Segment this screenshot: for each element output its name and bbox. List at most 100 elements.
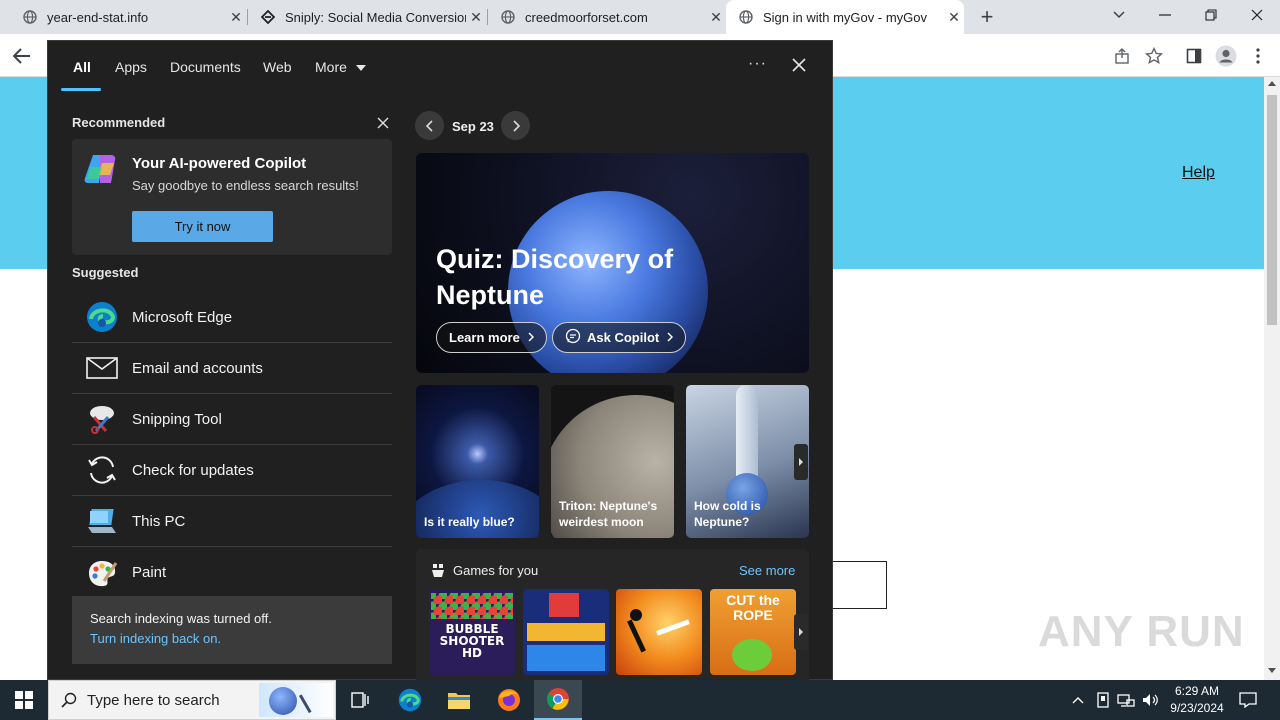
- suggested-item-paint[interactable]: Paint: [72, 547, 392, 598]
- task-view-icon[interactable]: [336, 680, 384, 720]
- close-window-icon[interactable]: [1234, 0, 1280, 30]
- game-tile-stickman[interactable]: [616, 589, 702, 675]
- blue-blocks-image: [527, 645, 605, 671]
- search-icon: [61, 692, 77, 708]
- browser-tab[interactable]: year-end-stat.info ✕: [8, 0, 246, 34]
- profile-avatar-icon[interactable]: [1214, 44, 1238, 68]
- page-scrollbar[interactable]: [1264, 77, 1280, 680]
- close-icon[interactable]: ✕: [226, 7, 246, 27]
- suggested-item-check-updates[interactable]: Check for updates: [72, 445, 392, 496]
- clock[interactable]: 6:29 AM 9/23/2024: [1166, 683, 1228, 717]
- try-it-now-button[interactable]: Try it now: [132, 211, 273, 242]
- chevron-right-icon: [667, 330, 674, 345]
- chevron-right-icon: [528, 330, 534, 345]
- copilot-title: Your AI-powered Copilot: [132, 155, 307, 172]
- tab-search-icon[interactable]: [1096, 0, 1142, 30]
- back-arrow-icon[interactable]: [10, 44, 34, 68]
- game-tile-bubble-shooter[interactable]: BUBBLE SHOOTER HD: [429, 589, 515, 675]
- globe-icon: [738, 9, 754, 25]
- hero-card[interactable]: Quiz: Discovery of Neptune Learn more As…: [416, 153, 809, 373]
- globe-icon: [22, 9, 38, 25]
- volume-icon[interactable]: [1141, 690, 1161, 710]
- recommended-heading: Recommended: [72, 115, 166, 130]
- game-tile-name: BUBBLE SHOOTER HD: [439, 622, 505, 660]
- tab-title: creedmoorforset.com: [525, 9, 648, 25]
- news-card-caption: Triton: Neptune's weirdest moon: [559, 499, 658, 529]
- tab-documents[interactable]: Documents: [170, 59, 241, 75]
- previous-day-button[interactable]: [415, 111, 444, 140]
- tray-chevron-up-icon[interactable]: [1068, 690, 1088, 710]
- chrome-taskbar-icon[interactable]: [534, 680, 582, 720]
- browser-tab-strip: year-end-stat.info ✕ Sniply: Social Medi…: [0, 0, 1280, 34]
- scroll-up-icon[interactable]: [1268, 81, 1276, 86]
- news-card[interactable]: Is it really blue?: [416, 385, 539, 538]
- minimize-icon[interactable]: [1142, 0, 1188, 30]
- firefox-icon[interactable]: [485, 680, 533, 720]
- close-icon[interactable]: ✕: [466, 7, 486, 27]
- suggested-item-label: Email and accounts: [132, 359, 263, 377]
- dismiss-recommended-icon[interactable]: [377, 116, 389, 134]
- next-day-button[interactable]: [501, 111, 530, 140]
- carousel-next-icon[interactable]: [794, 444, 808, 480]
- close-icon[interactable]: ✕: [706, 7, 726, 27]
- file-explorer-icon[interactable]: [435, 680, 483, 720]
- close-icon[interactable]: [792, 58, 806, 77]
- taskbar-search-box[interactable]: Type here to search: [48, 680, 336, 720]
- see-more-link[interactable]: See more: [739, 563, 795, 578]
- edge-taskbar-icon[interactable]: [386, 680, 434, 720]
- suggested-heading: Suggested: [72, 265, 139, 280]
- om-nom-image: [732, 639, 772, 671]
- yellow-blocks-image: [527, 623, 605, 641]
- computer-icon: [72, 496, 132, 547]
- browser-tab-active[interactable]: Sign in with myGov - myGov ✕: [726, 0, 964, 34]
- copilot-icon: [84, 153, 120, 190]
- restore-icon[interactable]: [1188, 0, 1234, 30]
- hero-title: Quiz: Discovery of Neptune: [436, 244, 674, 310]
- side-panel-icon[interactable]: [1182, 44, 1206, 68]
- learn-more-button[interactable]: Learn more: [436, 322, 547, 353]
- red-block-image: [549, 593, 579, 617]
- scroll-down-icon[interactable]: [1268, 668, 1276, 673]
- indexing-message: Search indexing was turned off.: [90, 611, 272, 626]
- suggested-item-email[interactable]: Email and accounts: [72, 343, 392, 394]
- clock-date: 9/23/2024: [1170, 701, 1224, 715]
- menu-kebab-icon[interactable]: [1246, 44, 1270, 68]
- suggested-item-this-pc[interactable]: This PC: [72, 496, 392, 547]
- windows-taskbar: Type here to search 6:29 AM 9/23/2024: [0, 680, 1280, 720]
- suggested-item-edge[interactable]: Microsoft Edge: [72, 292, 392, 343]
- game-tile-cut-the-rope[interactable]: CUT the ROPE: [710, 589, 796, 675]
- games-next-icon[interactable]: [794, 614, 808, 650]
- browser-tab[interactable]: Sniply: Social Media Conversion ✕: [248, 0, 486, 34]
- paint-icon: [72, 547, 132, 598]
- tab-apps[interactable]: Apps: [115, 59, 147, 75]
- new-tab-button[interactable]: +: [976, 5, 998, 29]
- start-button[interactable]: [0, 680, 48, 720]
- help-link[interactable]: Help: [1182, 164, 1215, 182]
- device-icon[interactable]: [1093, 690, 1113, 710]
- browser-tab[interactable]: creedmoorforset.com ✕: [488, 0, 726, 34]
- close-icon[interactable]: ✕: [944, 7, 964, 27]
- suggested-item-snipping-tool[interactable]: Snipping Tool: [72, 394, 392, 445]
- network-icon[interactable]: [1116, 690, 1136, 710]
- scroll-thumb[interactable]: [1267, 95, 1277, 325]
- notification-icon[interactable]: [1238, 690, 1258, 710]
- news-card[interactable]: Triton: Neptune's weirdest moon: [551, 385, 674, 538]
- more-options-icon[interactable]: ···: [748, 55, 767, 73]
- game-tile-blocks[interactable]: [523, 589, 609, 675]
- turn-indexing-on-link[interactable]: Turn indexing back on.: [90, 631, 374, 646]
- copilot-card[interactable]: Your AI-powered Copilot Say goodbye to e…: [72, 139, 392, 255]
- sync-icon: [72, 445, 132, 496]
- tab-web[interactable]: Web: [263, 59, 292, 75]
- snipping-tool-icon: [72, 394, 132, 445]
- tab-all[interactable]: All: [73, 59, 91, 75]
- stickman-kick-image: [656, 619, 690, 636]
- suggested-item-label: Snipping Tool: [132, 410, 222, 428]
- games-controller-icon: [430, 562, 446, 583]
- windows-search-panel: All Apps Documents Web More ··· Recommen…: [47, 40, 833, 681]
- share-icon[interactable]: [1110, 44, 1134, 68]
- tab-more[interactable]: More: [315, 59, 366, 75]
- news-card[interactable]: How cold is Neptune?: [686, 385, 809, 538]
- ask-copilot-button[interactable]: Ask Copilot: [552, 322, 687, 353]
- tab-title: Sniply: Social Media Conversion: [285, 9, 466, 25]
- bookmark-star-icon[interactable]: [1142, 44, 1166, 68]
